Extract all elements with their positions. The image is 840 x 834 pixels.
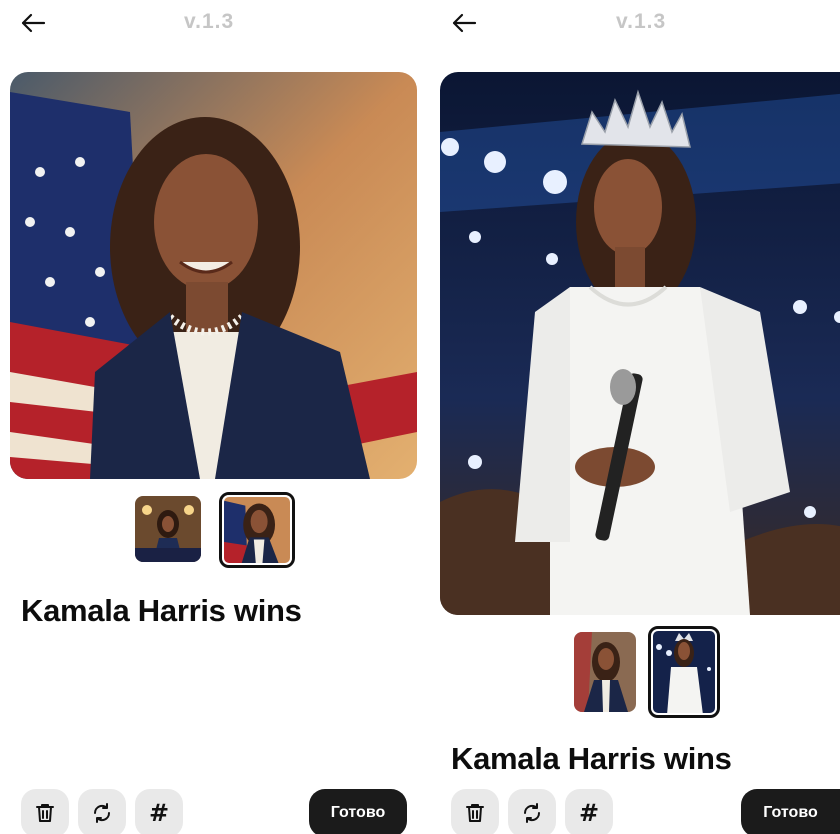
back-arrow-icon[interactable] xyxy=(20,11,46,35)
regenerate-button[interactable] xyxy=(78,789,126,834)
refresh-icon xyxy=(520,801,544,825)
thumbnail-white-suit[interactable] xyxy=(648,626,720,718)
version-label: v.1.3 xyxy=(184,10,235,33)
refresh-icon xyxy=(90,801,114,825)
screen-right: v.1.3 Kamala Harris wins # Готово xyxy=(430,0,840,834)
done-button[interactable]: Готово xyxy=(741,789,840,834)
delete-button[interactable] xyxy=(21,789,69,834)
delete-button[interactable] xyxy=(451,789,499,834)
generated-image xyxy=(10,72,417,479)
back-arrow-icon[interactable] xyxy=(451,11,477,35)
thumbnail-navy-suit[interactable] xyxy=(574,632,636,712)
thumbnail-podium[interactable] xyxy=(135,496,201,562)
image-title: Kamala Harris wins xyxy=(21,593,302,628)
thumbnail-flag[interactable] xyxy=(219,492,295,568)
image-title: Kamala Harris wins xyxy=(451,741,732,776)
done-button[interactable]: Готово xyxy=(309,789,407,834)
version-label: v.1.3 xyxy=(616,10,667,33)
screen-left: v.1.3 Kamala Harris wins # Готово xyxy=(0,0,430,834)
trash-icon xyxy=(463,801,487,825)
hash-icon: # xyxy=(578,799,600,827)
hashtag-button[interactable]: # xyxy=(135,789,183,834)
generated-image xyxy=(440,72,840,615)
regenerate-button[interactable] xyxy=(508,789,556,834)
hash-icon: # xyxy=(148,799,170,827)
trash-icon xyxy=(33,801,57,825)
hashtag-button[interactable]: # xyxy=(565,789,613,834)
